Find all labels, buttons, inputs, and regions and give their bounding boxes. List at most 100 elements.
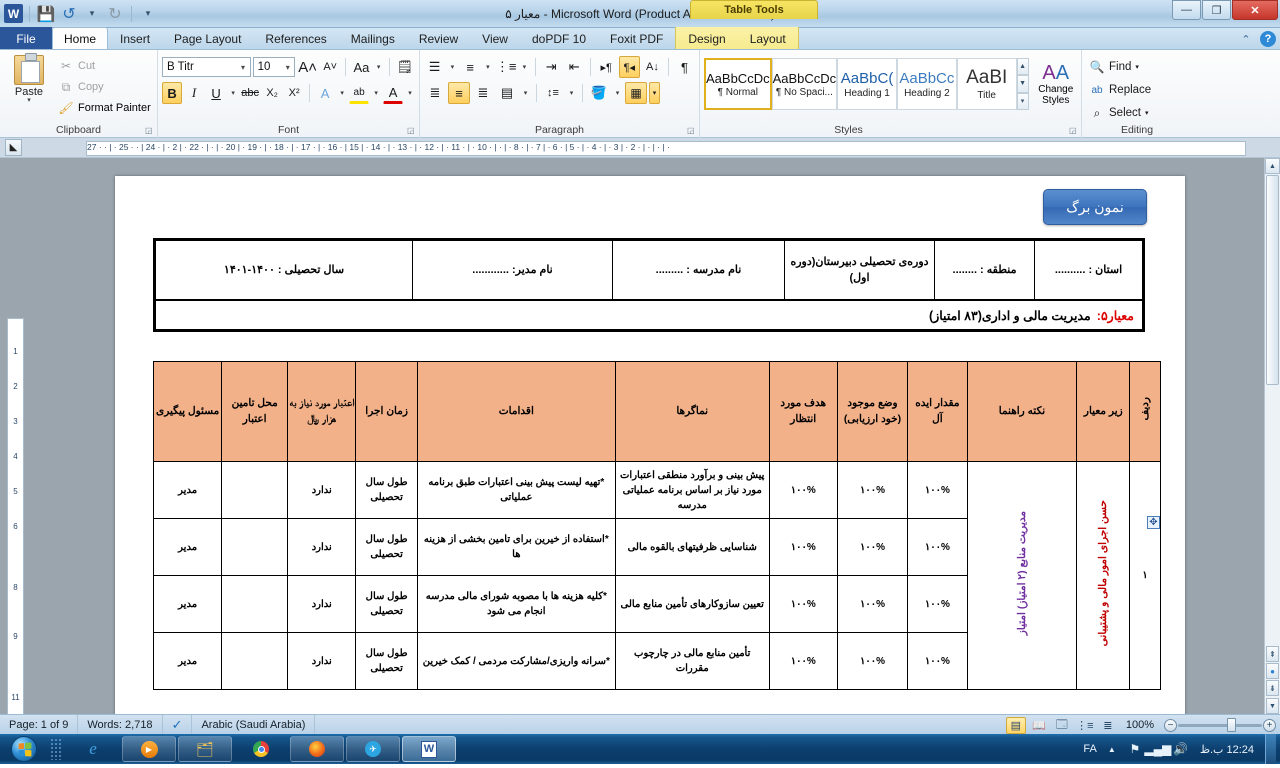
tab-review[interactable]: Review [407, 27, 470, 49]
taskbar-chrome-icon[interactable] [234, 736, 288, 762]
zoom-slider-thumb[interactable] [1227, 718, 1236, 732]
tab-selector-icon[interactable]: ◣ [5, 139, 22, 156]
clock[interactable]: 12:24 ب.ظ [1196, 743, 1258, 756]
tab-layout[interactable]: Layout [738, 27, 798, 49]
taskbar-media-player-icon[interactable]: ▶ [122, 736, 176, 762]
underline-icon[interactable]: U [206, 82, 226, 104]
status-bar-right[interactable]: ▤ 📖 🗔 ⋮≡ ≣ 100% − + [1005, 715, 1276, 735]
ribbon-tab-strip[interactable]: File Home Insert Page Layout References … [0, 27, 1280, 50]
horizontal-ruler[interactable]: ◣ 27 · · | · 25 · · | 24 · | · 2 | · 22 … [0, 138, 1280, 158]
tab-home[interactable]: Home [52, 27, 109, 49]
vertical-ruler[interactable]: 1 2 3 4 5 6 8 9 11 13 [7, 318, 24, 714]
select-button[interactable]: ⌕ Select ▾ [1086, 102, 1188, 124]
save-icon[interactable]: 💾 [36, 4, 56, 24]
previous-page-icon[interactable]: ⇞ [1266, 646, 1279, 662]
font-color-chevron-down-icon[interactable]: ▾ [405, 82, 415, 104]
highlight-icon[interactable]: ab [349, 82, 370, 104]
horizontal-ruler-track[interactable]: 27 · · | · 25 · · | 24 · | · 2 | · 22 · … [86, 141, 1246, 156]
justify-chevron-down-icon[interactable]: ▾ [520, 82, 531, 104]
cut-button[interactable]: ✂ Cut [56, 56, 153, 76]
tab-foxit-pdf[interactable]: Foxit PDF [598, 27, 675, 49]
scrollbar-thumb[interactable] [1266, 175, 1279, 385]
change-case-chevron-down-icon[interactable]: ▾ [374, 56, 384, 78]
strikethrough-icon[interactable]: abc [240, 82, 260, 104]
paste-button[interactable]: Paste ▾ [4, 52, 54, 118]
taskbar-grip[interactable] [50, 738, 62, 760]
multilevel-chevron-down-icon[interactable]: ▾ [519, 56, 530, 78]
undo-icon[interactable]: ↺ [59, 4, 79, 24]
style-title[interactable]: AaBI Title [956, 58, 1017, 110]
styles-scroll-down-icon[interactable]: ▼ [1016, 75, 1029, 93]
zoom-out-button[interactable]: − [1164, 718, 1177, 732]
font-dialog-launcher[interactable]: ◲ [407, 126, 416, 135]
find-button[interactable]: 🔍 Find ▾ [1086, 56, 1188, 78]
shrink-font-icon[interactable]: A˅ [320, 56, 340, 78]
sort-icon[interactable]: A↓ [642, 56, 663, 78]
ltr-icon[interactable]: ▸¶ [596, 56, 617, 78]
tab-references[interactable]: References [253, 27, 338, 49]
styles-gallery-scroll[interactable]: ▲ ▼ ▾ [1016, 58, 1029, 110]
zoom-slider-track[interactable] [1178, 724, 1262, 727]
style-heading-1[interactable]: AaBbC( Heading 1 [837, 58, 897, 110]
decrease-indent-icon[interactable]: ⇥ [541, 56, 562, 78]
font-size-combo[interactable]: 10 ▾ [252, 57, 296, 77]
zoom-level[interactable]: 100% [1121, 719, 1161, 731]
close-button[interactable]: ✕ [1232, 0, 1278, 20]
scroll-up-icon[interactable]: ▲ [1265, 158, 1280, 174]
taskbar-file-explorer-icon[interactable]: 🗂 [178, 736, 232, 762]
status-bar[interactable]: Page: 1 of 9 Words: 2,718 ✓ Arabic (Saud… [0, 714, 1280, 735]
align-right-icon[interactable]: ≣ [472, 82, 494, 104]
line-spacing-chevron-down-icon[interactable]: ▾ [566, 82, 577, 104]
align-center-icon[interactable]: ≡ [448, 82, 470, 104]
outline-icon[interactable]: ⋮≡ [1075, 717, 1095, 734]
taskbar-firefox-icon[interactable] [290, 736, 344, 762]
format-painter-button[interactable]: 🖌 Format Painter [56, 98, 153, 118]
text-effects-icon[interactable]: A [315, 82, 335, 104]
text-effects-chevron-down-icon[interactable]: ▾ [337, 82, 347, 104]
show-desktop-button[interactable] [1265, 734, 1276, 764]
rtl-icon[interactable]: ¶◂ [618, 56, 640, 78]
grow-font-icon[interactable]: A˄ [297, 56, 318, 78]
table-row[interactable]: ۱ حسن اجرای امور مالی و پشتیبانی مدیریت … [152, 461, 1161, 690]
justify-icon[interactable]: ▤ [496, 82, 518, 104]
table-move-handle-icon[interactable]: ✥ [1147, 516, 1160, 529]
draft-icon[interactable]: ≣ [1098, 717, 1118, 734]
tab-insert[interactable]: Insert [108, 27, 162, 49]
tab-dopdf[interactable]: doPDF 10 [520, 27, 598, 49]
document-page[interactable]: نمون برگ استان : .......... منطقه : ....… [115, 176, 1185, 714]
paragraph-dialog-launcher[interactable]: ◲ [687, 126, 696, 135]
document-area[interactable]: 1 2 3 4 5 6 8 9 11 13 نمون برگ استان : .… [0, 158, 1280, 714]
find-chevron-down-icon[interactable]: ▾ [1135, 63, 1139, 71]
ribbon-help-controls[interactable]: ⌃ ? [1238, 31, 1276, 47]
tab-design[interactable]: Design [676, 27, 737, 49]
taskbar-word-icon[interactable]: W [402, 736, 456, 762]
criteria-table[interactable]: ردیف زیر معیار نکته راهنما مقدار ایده آل… [152, 361, 1161, 690]
collapse-ribbon-icon[interactable]: ⌃ [1238, 31, 1254, 47]
bullets-chevron-down-icon[interactable]: ▾ [447, 56, 458, 78]
style-heading-2[interactable]: AaBbCc Heading 2 [896, 58, 957, 110]
minimize-button[interactable]: — [1172, 0, 1201, 20]
taskbar-internet-explorer-icon[interactable]: e [66, 736, 120, 762]
help-icon[interactable]: ? [1260, 31, 1276, 47]
tab-page-layout[interactable]: Page Layout [162, 27, 253, 49]
shading-chevron-down-icon[interactable]: ▾ [612, 82, 623, 104]
print-layout-icon[interactable]: ▤ [1005, 716, 1026, 734]
select-browse-object-icon[interactable]: ● [1266, 663, 1279, 679]
word-app-icon[interactable]: W [4, 4, 23, 23]
window-controls[interactable]: — ❐ ✕ [1172, 0, 1278, 20]
borders-chevron-down-icon[interactable]: ▾ [649, 82, 660, 104]
underline-chevron-down-icon[interactable]: ▾ [228, 82, 238, 104]
numbering-icon[interactable]: ≡ [460, 56, 481, 78]
document-vertical-scrollbar[interactable]: ▲ ⇞ ● ⇟ ▼ [1264, 158, 1280, 714]
font-size-chevron-down-icon[interactable]: ▾ [281, 63, 294, 72]
tab-mailings[interactable]: Mailings [339, 27, 407, 49]
select-chevron-down-icon[interactable]: ▾ [1145, 109, 1149, 117]
web-layout-icon[interactable]: 🗔 [1052, 717, 1072, 734]
full-screen-reading-icon[interactable]: 📖 [1029, 717, 1049, 734]
show-hidden-icons-icon[interactable]: ▲ [1104, 741, 1120, 757]
borders-icon[interactable]: ▦ [625, 82, 647, 104]
align-left-icon[interactable]: ≣ [424, 82, 446, 104]
styles-more-icon[interactable]: ▾ [1016, 92, 1029, 110]
increase-indent-icon[interactable]: ⇤ [564, 56, 585, 78]
document-header-table[interactable]: استان : .......... منطقه : ........ دوره… [153, 238, 1145, 332]
